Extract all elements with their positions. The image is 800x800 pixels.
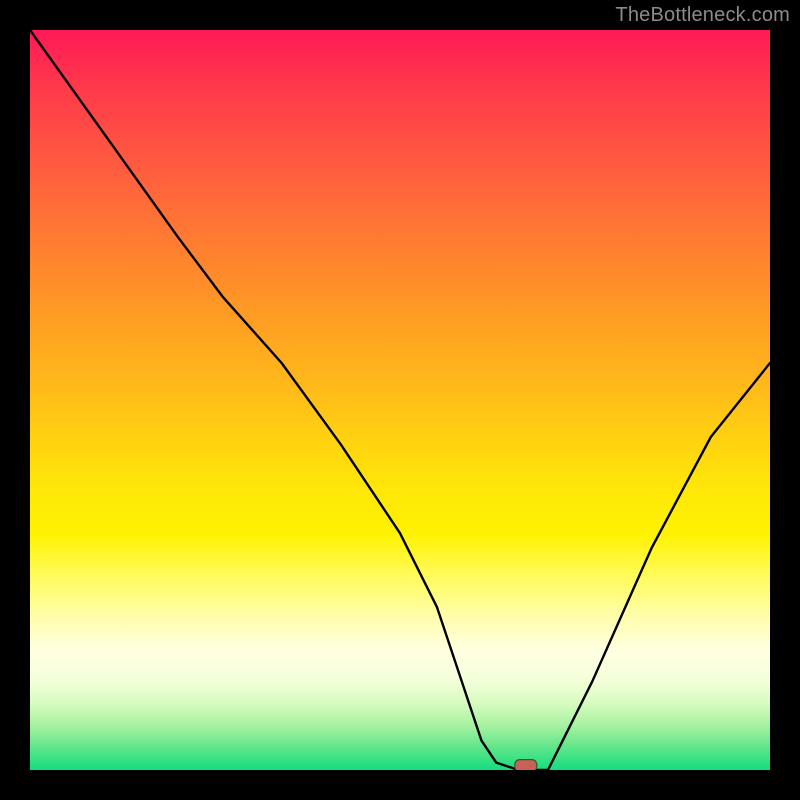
- watermark-text: TheBottleneck.com: [615, 4, 790, 27]
- curve-layer: [30, 30, 770, 770]
- chart-frame: TheBottleneck.com: [0, 0, 800, 800]
- optimal-marker: [515, 760, 537, 770]
- bottleneck-curve: [30, 30, 770, 770]
- plot-area: [30, 30, 770, 770]
